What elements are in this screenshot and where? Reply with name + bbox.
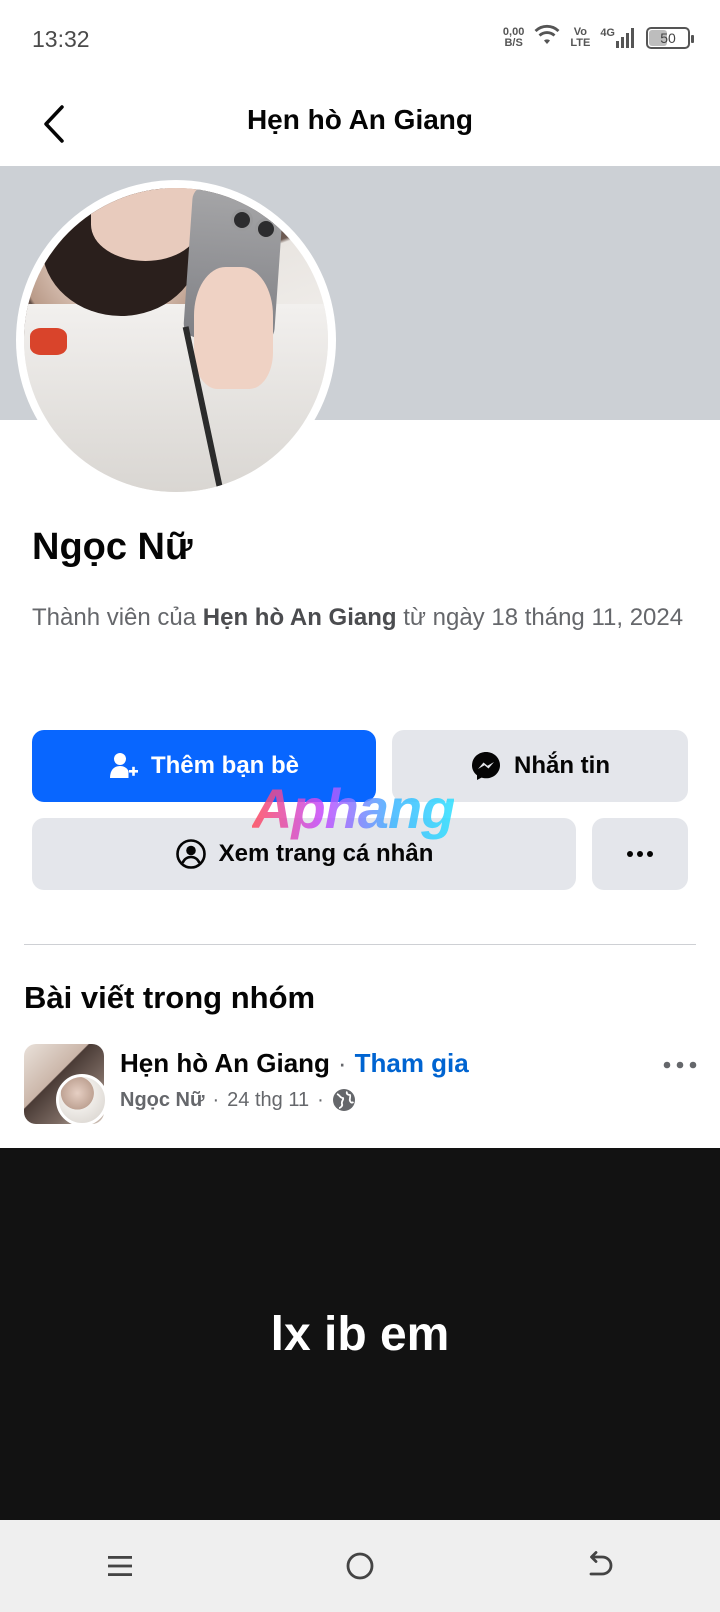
menu-icon [108, 1556, 132, 1576]
member-group-link[interactable]: Hẹn hò An Giang [203, 604, 397, 631]
join-group-link[interactable]: Tham gia [355, 1048, 469, 1079]
messenger-icon [472, 752, 500, 780]
post-text: lx ib em [270, 1307, 450, 1361]
avatar-image [24, 188, 328, 492]
profile-name: Ngọc Nữ [32, 526, 193, 568]
profile-avatar[interactable] [16, 180, 336, 500]
system-nav-bar [0, 1520, 720, 1612]
status-icons: 0,00 B/S Vo LTE 4G 50 [502, 24, 694, 51]
home-circle-icon [346, 1552, 374, 1580]
page-title: Hẹn hò An Giang [246, 104, 474, 135]
post-group-name[interactable]: Hẹn hò An Giang [120, 1048, 330, 1079]
recent-apps-button[interactable] [90, 1536, 150, 1596]
volte-indicator: Vo LTE [570, 25, 591, 49]
signal-icon: 4G [600, 27, 636, 49]
member-since-text: Thành viên của Hẹn hò An Giang từ ngày 1… [32, 604, 684, 631]
post-more-button[interactable] [660, 1050, 700, 1080]
status-bar: 13:32 0,00 B/S Vo LTE 4G 50 [0, 0, 720, 80]
app-header: Hẹn hò An Giang [0, 80, 720, 166]
post-date[interactable]: 24 thg 11 [227, 1089, 309, 1112]
post-group-line: Hẹn hò An Giang · Tham gia [120, 1048, 469, 1079]
author-avatar[interactable] [56, 1074, 108, 1126]
wifi-icon [534, 24, 560, 51]
globe-icon [332, 1089, 355, 1111]
separator: · [337, 1048, 347, 1078]
post-meta: Ngọc Nữ · 24 thg 11 · [120, 1088, 356, 1112]
battery-icon: 50 [646, 26, 694, 49]
home-button[interactable] [330, 1536, 390, 1596]
more-horizontal-icon [663, 1061, 697, 1069]
more-options-button[interactable] [592, 818, 688, 890]
watermark-logo: Aphang [252, 777, 455, 840]
divider [24, 944, 696, 945]
status-time: 13:32 [32, 26, 90, 52]
back-arrow-icon [589, 1551, 613, 1576]
add-friend-icon [109, 753, 138, 778]
section-title: Bài viết trong nhóm [24, 980, 316, 1015]
more-horizontal-icon [627, 851, 653, 857]
post-author[interactable]: Ngọc Nữ [120, 1089, 204, 1112]
user-circle-icon [175, 839, 206, 869]
net-speed: 0,00 B/S [502, 25, 525, 49]
system-back-button[interactable] [570, 1536, 630, 1596]
post-content[interactable]: lx ib em [0, 1148, 720, 1520]
